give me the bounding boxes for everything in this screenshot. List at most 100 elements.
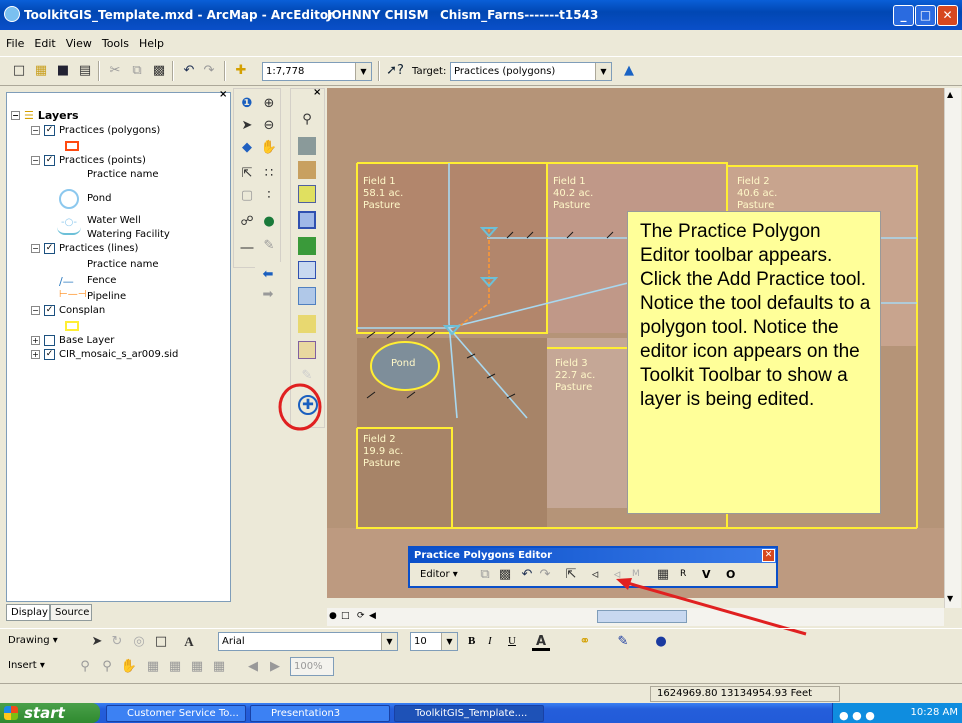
open-icon[interactable]: ▦ — [32, 62, 50, 80]
save-icon[interactable]: ■ — [54, 62, 72, 80]
paste-icon[interactable]: ▩ — [496, 566, 514, 584]
layer-checkbox[interactable] — [44, 335, 55, 346]
toolkit-tool-9-icon[interactable] — [298, 341, 316, 359]
edit-tool-icon[interactable]: ⇱ — [238, 165, 256, 183]
select-arrow-icon[interactable]: ➤ — [238, 117, 256, 135]
cut-icon[interactable]: ✂ — [106, 62, 124, 80]
full-extent-icon[interactable]: ● — [260, 213, 278, 231]
pan-icon[interactable]: ✋ — [260, 139, 278, 157]
chevron-down-icon[interactable]: ▼ — [381, 633, 397, 650]
italic-button[interactable]: I — [488, 635, 492, 647]
whats-this-icon[interactable]: ➚? — [386, 62, 404, 80]
paste-icon[interactable]: ▩ — [150, 62, 168, 80]
close-button[interactable]: ✕ — [937, 5, 958, 26]
toc-layer-practices-lines[interactable]: − ✓ Practices (lines) — [31, 243, 138, 254]
zoom-out-layout-icon[interactable]: ⚲ — [98, 658, 116, 676]
editor-menu-button[interactable]: Editor ▾ — [420, 569, 458, 580]
fill-color-icon[interactable]: ⚭ — [576, 633, 594, 651]
text-tool-icon[interactable]: A — [180, 633, 198, 651]
chevron-down-icon[interactable]: ▼ — [441, 633, 457, 650]
zoom-whole-page-icon[interactable]: ◎ — [130, 633, 148, 651]
layer-checkbox[interactable]: ✓ — [44, 305, 55, 316]
identify-icon[interactable]: ❶ — [238, 95, 256, 113]
layer-checkbox[interactable]: ✓ — [44, 349, 55, 360]
line-color-icon[interactable]: ✎ — [614, 633, 632, 651]
clear-selection-icon[interactable]: ▢ — [238, 187, 256, 205]
insert-menu-button[interactable]: Insert ▾ — [8, 660, 45, 671]
toc-layer-base[interactable]: + Base Layer — [31, 335, 114, 346]
menu-edit[interactable]: Edit — [34, 37, 55, 50]
toolkit-tool-6-icon[interactable] — [298, 261, 316, 279]
scroll-down-icon[interactable]: ▼ — [947, 594, 953, 603]
fixed-zoom-in-icon[interactable]: ∷ — [260, 165, 278, 183]
forward-extent-layout-icon[interactable]: ▶ — [266, 658, 284, 676]
fixed-zoom-out-layout-icon[interactable]: ▦ — [166, 658, 184, 676]
zoom-in-icon[interactable]: ⊕ — [260, 95, 278, 113]
close-icon[interactable]: × — [219, 89, 227, 100]
zoom-out-icon[interactable]: ⊖ — [260, 117, 278, 135]
undo-icon[interactable]: ↶ — [518, 566, 536, 584]
fixed-zoom-out-icon[interactable]: ∶ — [260, 187, 278, 205]
tab-display[interactable]: Display — [6, 604, 50, 621]
menu-help[interactable]: Help — [139, 37, 164, 50]
drawing-menu-button[interactable]: Drawing ▾ — [8, 635, 58, 646]
task-presentation3[interactable]: Presentation3 — [250, 705, 390, 722]
toolkit-tool-7-icon[interactable] — [298, 287, 316, 305]
refresh-icon[interactable]: ⟳ — [357, 611, 365, 621]
font-color-icon[interactable]: A — [532, 633, 550, 651]
back-extent-icon[interactable]: ⬅ — [259, 266, 277, 284]
toolkit-tool-3-icon[interactable] — [298, 185, 316, 203]
marker-color-icon[interactable]: ● — [652, 633, 670, 651]
maximize-button[interactable]: □ — [915, 5, 936, 26]
back-extent-layout-icon[interactable]: ◀ — [244, 658, 262, 676]
new-icon[interactable]: □ — [10, 62, 28, 80]
measure-icon[interactable]: ⎼ — [238, 237, 256, 255]
layout-zoom-combo[interactable]: 100% — [290, 657, 334, 676]
select-elements-icon[interactable]: ➤ — [88, 633, 106, 651]
menu-file[interactable]: File — [6, 37, 24, 50]
toolkit-tool-2-icon[interactable] — [298, 161, 316, 179]
layer-checkbox[interactable]: ✓ — [44, 125, 55, 136]
close-icon[interactable]: × — [313, 87, 321, 98]
hyperlink-icon[interactable]: ✎ — [260, 237, 278, 255]
copy-icon[interactable]: ⧉ — [128, 62, 146, 80]
toc-layer-cir-mosaic[interactable]: + ✓ CIR_mosaic_s_ar009.sid — [31, 349, 178, 360]
toc-layer-practices-polygons[interactable]: − ✓ Practices (polygons) — [31, 125, 160, 136]
map-vertical-scrollbar[interactable]: ▲ ▼ — [944, 88, 961, 608]
menu-tools[interactable]: Tools — [102, 37, 129, 50]
chevron-down-icon[interactable]: ▼ — [355, 63, 371, 80]
redo-icon[interactable]: ↷ — [536, 566, 554, 584]
add-data-icon[interactable]: ✚ — [232, 62, 250, 80]
add-practice-icon[interactable]: ◃ — [586, 566, 604, 584]
zoom-100-icon[interactable]: ▦ — [210, 658, 228, 676]
edit-tool-icon[interactable]: ⇱ — [562, 566, 580, 584]
chevron-down-icon[interactable]: ▼ — [595, 63, 611, 80]
tab-source[interactable]: Source — [50, 604, 92, 621]
undo-icon[interactable]: ↶ — [180, 62, 198, 80]
rotate-icon[interactable]: ↻ — [108, 633, 126, 651]
task-toolkitgis[interactable]: ToolkitGIS_Template.... — [394, 705, 544, 722]
layer-checkbox[interactable]: ✓ — [44, 155, 55, 166]
toolkit-tool-1-icon[interactable] — [298, 137, 316, 155]
bold-button[interactable]: B — [468, 635, 475, 647]
scale-combo[interactable]: 1:7,778 ▼ — [262, 62, 372, 81]
toc-root[interactable]: − ☰ Layers — [11, 109, 79, 122]
toolkit-search-icon[interactable]: ⚲ — [298, 111, 316, 129]
layer-checkbox[interactable]: ✓ — [44, 243, 55, 254]
toolkit-tool-5-icon[interactable] — [298, 237, 316, 255]
print-icon[interactable]: ▤ — [76, 62, 94, 80]
scroll-up-icon[interactable]: ▲ — [947, 90, 953, 99]
tray-icons[interactable]: ● ● ● — [839, 706, 875, 723]
data-view-icon[interactable]: ● — [329, 611, 337, 621]
toc-layer-practices-points[interactable]: − ✓ Practices (points) — [31, 155, 146, 166]
underline-button[interactable]: U — [508, 635, 516, 647]
font-combo[interactable]: Arial ▼ — [218, 632, 398, 651]
minimize-button[interactable]: _ — [893, 5, 914, 26]
font-size-combo[interactable]: 10 ▼ — [410, 632, 458, 651]
task-customer-service[interactable]: Customer Service To... — [106, 705, 246, 722]
editor-toolbar-icon[interactable]: ▲ — [620, 62, 638, 80]
find-icon[interactable]: ☍ — [238, 213, 256, 231]
rectangle-icon[interactable]: □ — [152, 633, 170, 651]
target-combo[interactable]: Practices (polygons) ▼ — [450, 62, 612, 81]
menu-view[interactable]: View — [66, 37, 92, 50]
